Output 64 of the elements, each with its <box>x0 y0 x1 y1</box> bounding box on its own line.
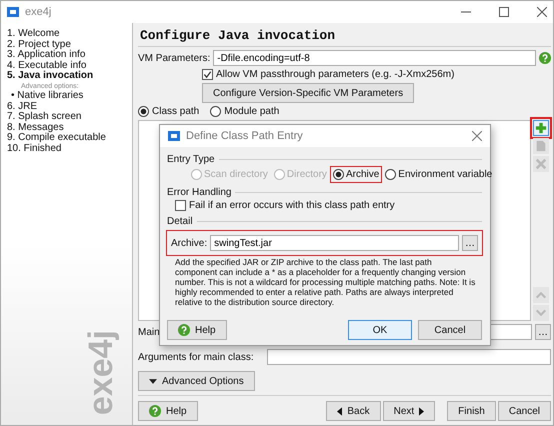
checkbox[interactable] <box>202 69 213 80</box>
help-icon <box>149 405 161 417</box>
archive-label: Archive: <box>171 238 208 248</box>
help-button[interactable]: Help <box>167 320 227 340</box>
description-text: Add the specified JAR or ZIP archive to the class path. The last path component can include a * as a placeholder for a frequently changing version number. This is not a wildcard for processing multiple matching paths. Note: It is highly recommended to enter a relative path. Paths are always interpreted relative to the distribution source directory. <box>174 257 476 307</box>
main-class-label: Main <box>138 326 160 338</box>
step-item[interactable]: 1. Welcome <box>7 29 126 40</box>
step-item[interactable]: 4. Executable info <box>7 60 126 72</box>
section-caption: Detail <box>167 216 193 227</box>
wizard-button[interactable]: Cancel <box>498 401 551 421</box>
checkbox[interactable] <box>175 200 186 211</box>
dialog-button[interactable]: Cancel <box>418 320 482 340</box>
section-caption: Error Handling <box>167 187 232 198</box>
logo-text: exe4j <box>84 330 118 415</box>
close-icon[interactable] <box>472 131 482 141</box>
radio-button[interactable] <box>332 169 344 180</box>
window-title: exe4j <box>25 6 52 18</box>
step-item[interactable]: • Native libraries <box>7 90 126 102</box>
maximize-icon[interactable] <box>499 7 509 17</box>
app-icon <box>168 131 180 141</box>
wizard-button[interactable]: Back <box>326 401 381 421</box>
wizard-button[interactable]: Next <box>382 401 436 421</box>
step-item[interactable]: 3. Application info <box>7 50 126 61</box>
close-icon[interactable] <box>537 7 547 17</box>
browse-button[interactable]: … <box>462 235 478 251</box>
radio-label: Module path <box>224 106 280 117</box>
step-item[interactable]: 7. Splash screen <box>7 112 126 123</box>
help-icon[interactable] <box>539 52 551 64</box>
radio-label: Environment variable <box>398 169 492 180</box>
step-item[interactable]: 8. Messages <box>7 122 126 134</box>
app-icon <box>7 7 19 17</box>
vm-parameters-label: VM Parameters: <box>138 52 210 64</box>
dialog-title: Define Class Path Entry <box>186 130 303 142</box>
caret-down-icon <box>149 378 157 384</box>
step-item[interactable]: 9. Compile executable <box>7 133 126 144</box>
radio-button[interactable] <box>385 169 396 180</box>
radio-label: Archive <box>346 169 380 180</box>
add-icon[interactable] <box>533 120 549 136</box>
archive-field[interactable]: swingTest.jar <box>210 235 459 251</box>
arguments-label: Arguments for main class: <box>138 352 254 362</box>
page-heading: Configure Java invocation <box>138 25 551 47</box>
section-caption: Entry Type <box>167 154 215 165</box>
step-item[interactable]: 10. Finished <box>7 144 126 155</box>
step-item[interactable]: 5. Java invocation <box>7 71 126 82</box>
wizard-button[interactable]: Finish <box>447 401 496 421</box>
advanced-options-button[interactable]: Advanced Options <box>138 371 255 391</box>
radio-label: Class path <box>152 106 200 117</box>
step-item[interactable]: 6. JRE <box>7 102 126 112</box>
dialog-button[interactable]: OK <box>348 320 412 340</box>
passthrough-label: Allow VM passthrough parameters (e.g. -J-Xmx256m) <box>216 69 454 80</box>
vm-parameters-field[interactable]: -Dfile.encoding=utf-8 <box>213 50 536 66</box>
triangle-right-icon <box>419 406 424 416</box>
step-item[interactable]: 2. Project type <box>7 40 126 50</box>
triangle-left-icon <box>337 406 342 416</box>
browse-button[interactable]: … <box>535 324 551 340</box>
checkbox-label: Fail if an error occurs with this class path entry <box>189 200 395 211</box>
radio-label: Scan directory <box>204 169 268 180</box>
radio-label: Directory <box>286 169 327 180</box>
configure-vm-button[interactable]: Configure Version-Specific VM Parameters <box>202 83 414 103</box>
arguments-field[interactable] <box>267 349 551 365</box>
help-icon <box>178 324 190 336</box>
radio-button[interactable] <box>138 106 149 117</box>
radio-button[interactable] <box>210 106 222 117</box>
help-button[interactable]: Help <box>138 401 198 421</box>
